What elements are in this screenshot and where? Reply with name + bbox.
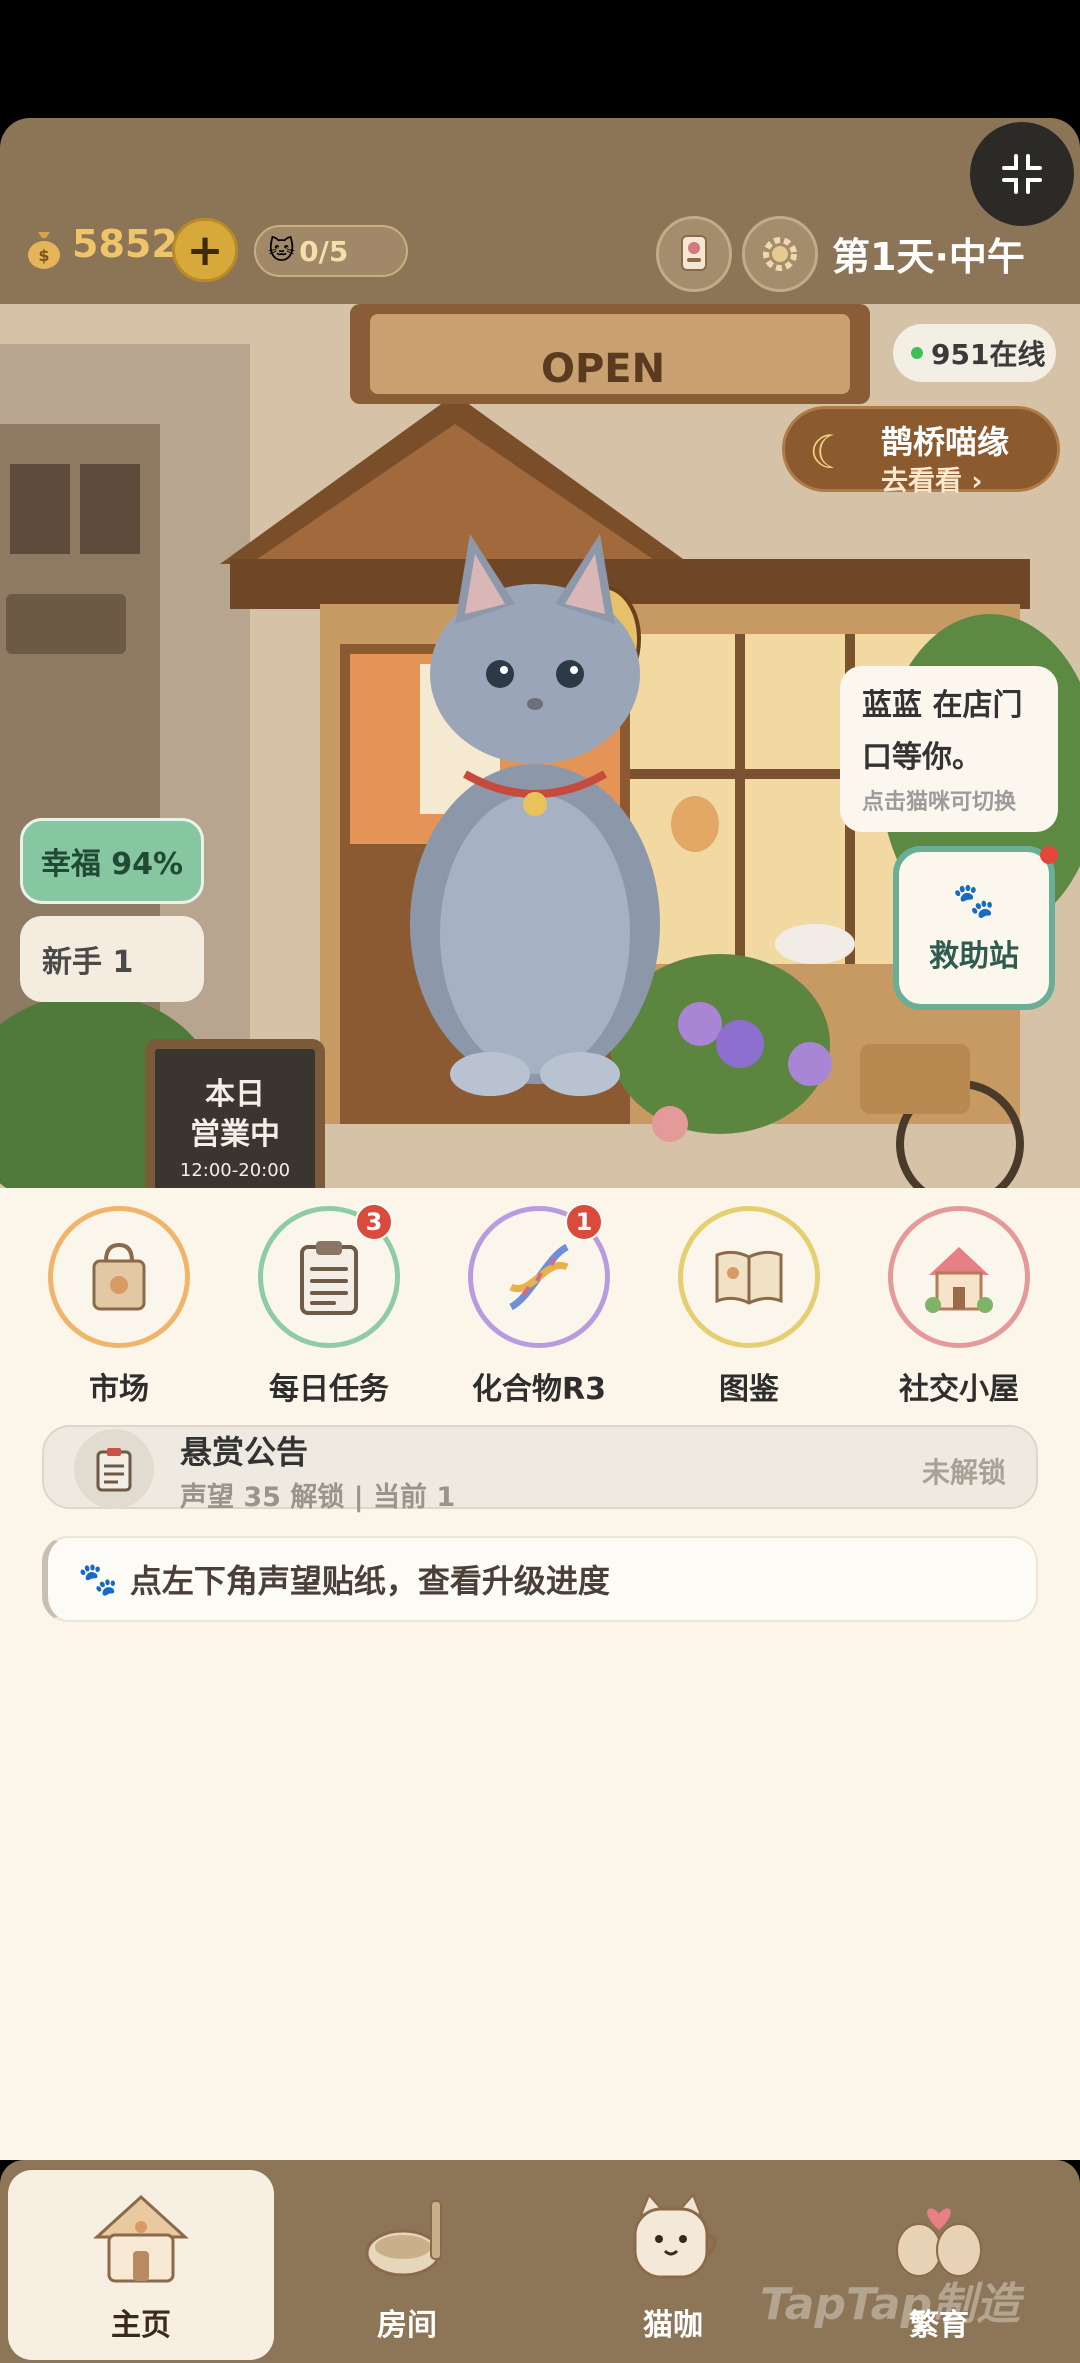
day-time-label: 第1天·中午	[832, 235, 1025, 279]
event-banner[interactable]: ☾ 鹊桥喵缘 去看看 ›	[782, 406, 1060, 497]
rescue-station-button[interactable]: 🐾 救助站	[893, 846, 1055, 1010]
add-coins-button[interactable]: +	[172, 218, 238, 282]
market-icon-circle	[48, 1206, 190, 1348]
sticker-icon	[681, 235, 707, 271]
online-count: 951在线	[931, 338, 1046, 371]
compound-icon-circle: 1	[468, 1203, 610, 1348]
nav-cat-cafe-label: 猫咖	[643, 2308, 703, 2343]
daily-tasks-label: 每日任务	[269, 1372, 389, 1407]
compound-label: 化合物R3	[472, 1372, 606, 1407]
catalog-label: 图鉴	[719, 1372, 779, 1407]
happiness-value: 幸福 94%	[40, 847, 184, 882]
catalog-button[interactable]: 图鉴	[674, 1206, 824, 1408]
cat-face-icon: 🐱	[268, 236, 296, 266]
happiness-badge[interactable]: 幸福 94%	[20, 818, 204, 904]
money-bag-icon: $	[28, 232, 60, 269]
dna-icon	[509, 1243, 569, 1311]
nav-home[interactable]: 主页	[8, 2170, 274, 2360]
book-icon	[715, 1250, 783, 1305]
catalog-icon-circle	[678, 1206, 820, 1348]
event-action: 去看看 ›	[881, 466, 983, 497]
compound-badge: 1	[565, 1203, 603, 1241]
open-sign: OPEN	[541, 346, 665, 392]
cat-capacity-badge[interactable]: 🐱 0/5	[254, 225, 408, 277]
chalkboard-hours: 12:00-20:00	[180, 1160, 290, 1181]
paw-icon: 🐾	[78, 1560, 118, 1598]
market-label: 市场	[89, 1372, 149, 1407]
game-screen: $ 5852 + 🐱 0/5 第1天·中午 OPEN 本日 営業中 12:00-…	[0, 0, 1080, 2363]
nav-home-label: 主页	[111, 2308, 171, 2343]
reputation-level-badge[interactable]: 新手 1	[20, 916, 204, 1002]
bounty-clipboard-icon	[74, 1429, 154, 1509]
hud-row: $ 5852 + 🐱 0/5 第1天·中午	[20, 212, 1060, 292]
bounty-status: 未解锁	[921, 1456, 1006, 1489]
moon-icon: ☾	[809, 425, 851, 479]
bottom-navigation: 主页 房间 猫咖 繁育	[0, 2160, 1080, 2363]
notification-dot	[1040, 846, 1058, 864]
compound-button[interactable]: 1 化合物R3	[464, 1203, 614, 1408]
speech-hint: 点击猫咪可切换	[862, 790, 1017, 815]
social-house-label: 社交小屋	[899, 1372, 1019, 1407]
paw-icon: 🐾	[952, 881, 996, 921]
bounty-board-card[interactable]: 悬赏公告 声望 35 解锁 | 当前 1 未解锁	[42, 1425, 1038, 1513]
hint-banner: 🐾 点左下角声望贴纸，查看升级进度	[42, 1536, 1038, 1622]
online-status-dot	[911, 347, 923, 359]
social-house-button[interactable]: 社交小屋	[884, 1206, 1034, 1408]
clipboard-icon	[300, 1241, 358, 1315]
home-icon	[86, 2184, 196, 2294]
gear-icon	[763, 237, 797, 271]
shopping-bag-icon	[92, 1242, 146, 1311]
reputation-sticker-button[interactable]	[656, 216, 732, 292]
cat-speech-bubble: 蓝蓝 在店门 口等你。 点击猫咪可切换	[840, 666, 1058, 832]
bounty-requirement: 声望 35 解锁 | 当前 1	[180, 1482, 456, 1513]
online-count-pill: 951在线	[893, 324, 1056, 382]
hint-text: 点左下角声望贴纸，查看升级进度	[129, 1562, 610, 1600]
settings-button[interactable]	[742, 216, 818, 292]
daily-tasks-button[interactable]: 3 每日任务	[254, 1203, 404, 1408]
coin-balance: 5852	[72, 222, 178, 266]
market-button[interactable]: 市场	[44, 1206, 194, 1408]
chalkboard-line1: 本日	[205, 1077, 265, 1112]
svg-text:$: $	[38, 246, 49, 265]
chalkboard-line2: 営業中	[190, 1117, 280, 1152]
bounty-title: 悬赏公告	[180, 1433, 309, 1471]
daily-tasks-badge: 3	[355, 1203, 393, 1241]
speech-line-2: 口等你。	[862, 740, 982, 775]
reputation-level-value: 新手 1	[42, 945, 134, 980]
nav-room-label: 房间	[377, 2308, 437, 2343]
social-house-icon-circle	[888, 1206, 1030, 1348]
cat-cafe-icon	[618, 2184, 728, 2294]
rescue-station-label: 救助站	[929, 939, 1019, 974]
speech-line-1: 蓝蓝 在店门	[862, 688, 1023, 723]
taptap-watermark: TapTap制造	[760, 2279, 1020, 2330]
event-title: 鹊桥喵缘	[881, 423, 1010, 461]
house-icon	[925, 1247, 993, 1313]
cat-capacity-value: 0/5	[299, 234, 349, 268]
collapse-icon	[1002, 154, 1042, 194]
nav-room[interactable]: 房间	[274, 2170, 540, 2360]
daily-tasks-icon-circle: 3	[258, 1203, 400, 1348]
exit-fullscreen-button[interactable]	[970, 122, 1074, 226]
room-icon	[352, 2184, 462, 2294]
